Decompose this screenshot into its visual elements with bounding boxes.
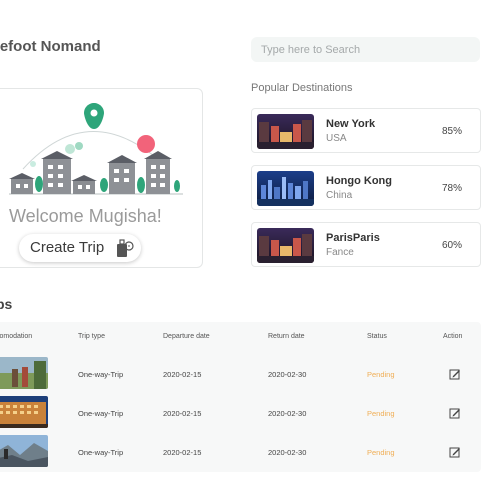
- destination-country: Fance: [326, 247, 354, 258]
- destination-country: USA: [326, 133, 347, 144]
- destination-card[interactable]: Hongo Kong China 78%: [251, 165, 481, 210]
- return-date-cell: 2020-02-30: [268, 370, 307, 379]
- trips-table: [0, 322, 481, 472]
- destination-city: New York: [326, 118, 376, 130]
- destination-percent: 85%: [441, 126, 462, 137]
- edit-icon[interactable]: [449, 407, 461, 419]
- popular-destinations-title: Popular Destinations: [251, 82, 353, 94]
- search-input[interactable]: [251, 37, 480, 62]
- trips-section-title: ps: [0, 296, 13, 312]
- departure-date-cell: 2020-02-15: [163, 370, 202, 379]
- destination-card[interactable]: ParisParis Fance 60%: [251, 222, 481, 267]
- destination-percent: 60%: [441, 240, 462, 251]
- destination-city: ParisParis: [326, 232, 380, 244]
- column-header-trip-type: Trip type: [78, 333, 105, 340]
- accommodation-image: [0, 357, 48, 389]
- return-date-cell: 2020-02-30: [268, 409, 307, 418]
- departure-date-cell: 2020-02-15: [163, 409, 202, 418]
- destination-percent: 78%: [441, 183, 462, 194]
- new-york-thumbnail: [257, 114, 314, 149]
- column-header-status: Status: [367, 333, 387, 340]
- destination-card[interactable]: New York USA 85%: [251, 108, 481, 153]
- create-trip-label: Create Trip: [30, 239, 105, 256]
- status-badge: Pending: [367, 370, 395, 379]
- accommodation-image: [0, 396, 48, 428]
- welcome-message: Welcome Mugisha!: [9, 206, 162, 226]
- create-trip-button[interactable]: Create Trip: [19, 234, 141, 262]
- luggage-icon: [117, 239, 134, 257]
- column-header-return: Return date: [268, 333, 305, 340]
- edit-icon[interactable]: [449, 368, 461, 380]
- return-date-cell: 2020-02-30: [268, 448, 307, 457]
- trip-type-cell: One-way-Trip: [78, 448, 124, 457]
- departure-date-cell: 2020-02-15: [163, 448, 202, 457]
- accommodation-image: [0, 435, 48, 467]
- paris-thumbnail: [257, 228, 314, 263]
- trip-type-cell: One-way-Trip: [78, 409, 124, 418]
- location-pin-icon: [84, 103, 104, 129]
- app-brand: refoot Nomand: [0, 38, 101, 55]
- column-header-departure: Departure date: [163, 333, 210, 340]
- status-badge: Pending: [367, 448, 395, 457]
- destination-city: Hongo Kong: [326, 175, 392, 187]
- destination-country: China: [326, 190, 353, 201]
- edit-icon[interactable]: [449, 446, 461, 458]
- welcome-card: Welcome Mugisha! Create Trip: [0, 88, 203, 268]
- column-header-accommodation: comodation: [0, 333, 33, 340]
- hong-kong-thumbnail: [257, 171, 314, 206]
- trip-type-cell: One-way-Trip: [78, 370, 124, 379]
- column-header-action: Action: [443, 333, 463, 340]
- status-badge: Pending: [367, 409, 395, 418]
